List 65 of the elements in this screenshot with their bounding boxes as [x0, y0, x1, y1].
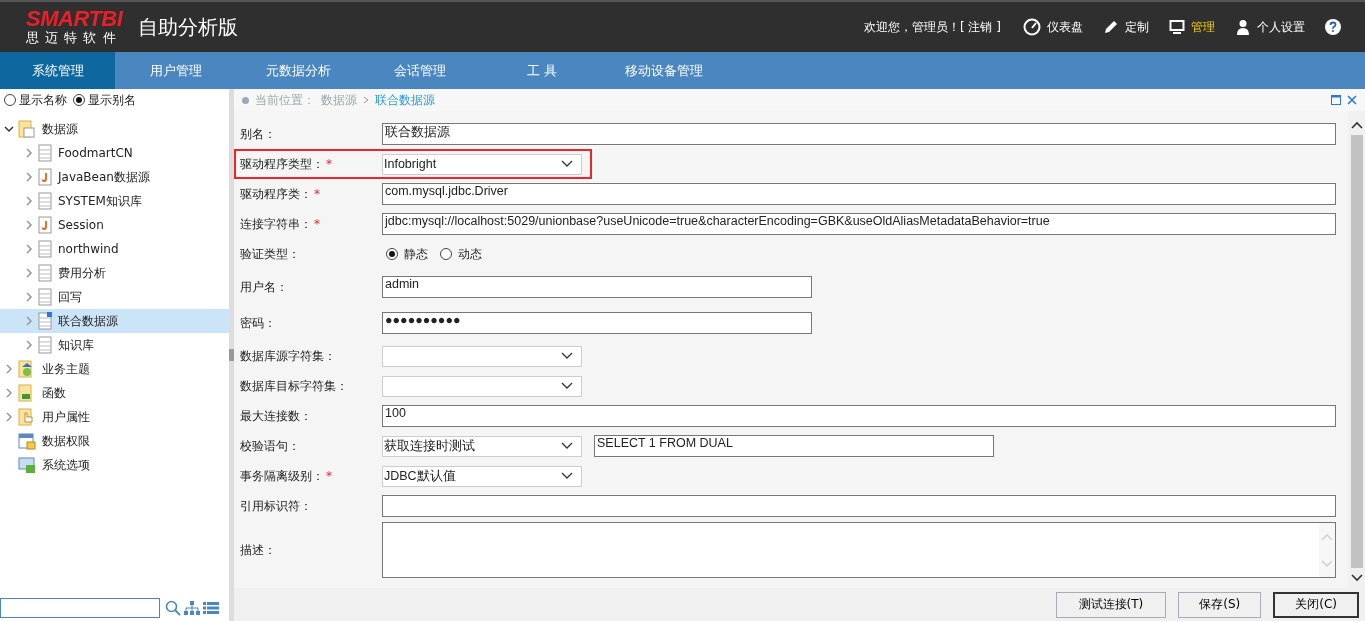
tree-item[interactable]: northwind	[0, 237, 229, 261]
dropdown[interactable]: 获取连接时测试	[382, 435, 582, 457]
field-label: 引用标识符：	[240, 497, 312, 515]
nav-tab[interactable]: 移动设备管理	[603, 52, 725, 89]
dialog-button[interactable]: 测试连接(T)	[1055, 591, 1167, 618]
field-label: 别名：	[240, 125, 276, 143]
input-field[interactable]: 联合数据源	[382, 123, 1336, 145]
tree-item[interactable]: 联合数据源	[0, 309, 229, 333]
tree-item[interactable]: 知识库	[0, 333, 229, 357]
radio-label[interactable]: 静态	[404, 245, 428, 263]
header-link[interactable]: 定制	[1125, 18, 1149, 36]
dialog-button[interactable]: 关闭(C)	[1273, 591, 1359, 618]
dropdown[interactable]: Infobright	[382, 153, 582, 175]
tree-item[interactable]: 用户属性	[0, 405, 229, 429]
field-label: 驱动程序类：	[240, 185, 312, 203]
tree-item[interactable]: SYSTEM知识库	[0, 189, 229, 213]
field-label: 数据库源字符集：	[240, 347, 336, 365]
tree-item[interactable]: JavaBean数据源	[0, 165, 229, 189]
tree-item[interactable]: Session	[0, 213, 229, 237]
required-mark: *	[314, 187, 320, 201]
radio-label[interactable]: 显示名称	[19, 91, 67, 109]
radio-label[interactable]: 显示别名	[88, 91, 136, 109]
header-link[interactable]: 管理	[1191, 18, 1215, 36]
input-field[interactable]: admin	[382, 276, 812, 298]
nav-tab[interactable]: 系统管理	[0, 52, 115, 89]
app-title: 自助分析版	[138, 13, 239, 41]
tree-item[interactable]: 费用分析	[0, 261, 229, 285]
required-mark: *	[326, 469, 332, 483]
field-label: 描述：	[240, 541, 276, 559]
logo-subtitle: 思 迈 特 软 件	[26, 30, 117, 46]
required-mark: *	[314, 217, 320, 231]
header-link[interactable]: 个人设置	[1257, 18, 1305, 36]
field-label: 驱动程序类型：	[240, 155, 324, 173]
field-label: 最大连接数：	[240, 407, 312, 425]
breadcrumb-label: 当前位置：	[255, 91, 315, 109]
tree-item[interactable]: FoodmartCN	[0, 141, 229, 165]
input-field[interactable]: SELECT 1 FROM DUAL	[594, 435, 994, 457]
field-label: 连接字符串：	[240, 215, 312, 233]
field-label: 事务隔离级别：	[240, 467, 324, 485]
header-link[interactable]: 仪表盘	[1047, 18, 1083, 36]
field-label: 数据库目标字符集：	[240, 377, 348, 395]
nav-tab[interactable]: 工 具	[481, 52, 603, 89]
nav-tab[interactable]: 会话管理	[359, 52, 481, 89]
input-field[interactable]: 100	[382, 405, 1336, 427]
tree-item[interactable]: 数据权限	[0, 429, 229, 453]
input-field[interactable]: com.mysql.jdbc.Driver	[382, 183, 1336, 205]
input-field[interactable]: ●●●●●●●●●●	[382, 312, 812, 334]
dialog-button[interactable]: 保存(S)	[1178, 591, 1262, 618]
tree-item[interactable]: 业务主题	[0, 357, 229, 381]
input-field[interactable]: jdbc:mysql://localhost:5029/unionbase?useUnicode=true&characterEncoding=GBK&useOldAliasMetadataBehavior=true	[382, 213, 1336, 235]
nav-tab[interactable]: 元数据分析	[237, 52, 359, 89]
tree-item[interactable]: 数据源	[0, 117, 229, 141]
tree-item[interactable]: 系统选项	[0, 453, 229, 477]
field-label: 验证类型：	[240, 245, 300, 263]
required-mark: *	[326, 157, 332, 171]
tree-item[interactable]: 函数	[0, 381, 229, 405]
field-label: 用户名：	[240, 278, 288, 296]
dropdown[interactable]: JDBC默认值	[382, 465, 582, 487]
tree-item[interactable]: 回写	[0, 285, 229, 309]
nav-tab[interactable]: 用户管理	[115, 52, 237, 89]
brand-logo: SMARTBI	[26, 8, 123, 30]
radio-label[interactable]: 动态	[458, 245, 482, 263]
field-label: 校验语句：	[240, 437, 300, 455]
welcome-text: 欢迎您，管理员！[ 注销 ]	[864, 18, 1001, 36]
field-label: 密码：	[240, 314, 276, 332]
